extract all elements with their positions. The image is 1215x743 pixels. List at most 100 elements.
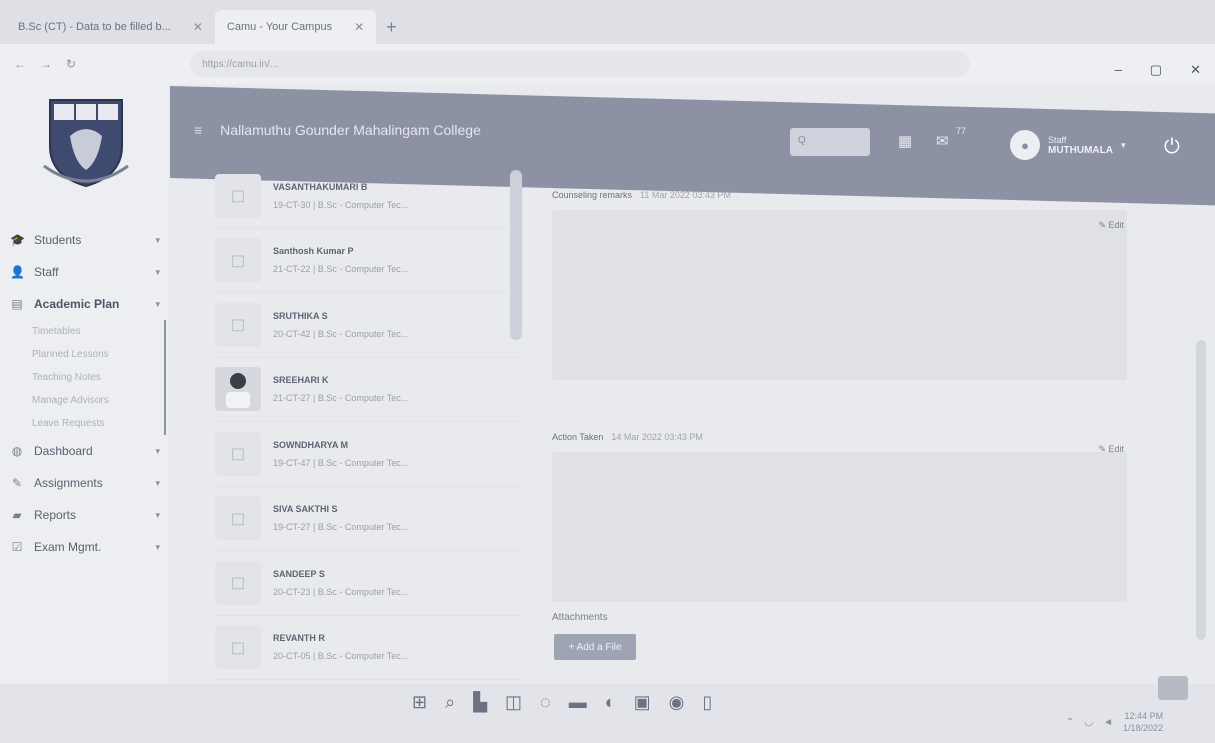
list-item[interactable]: ◻ REVANTH R 20-CT-05 | B.Sc - Computer Te… (215, 616, 520, 680)
submenu-item[interactable]: Teaching Notes (10, 366, 164, 389)
list-item[interactable]: ◻ VASANTHAKUMARI B 19-CT-30 | B.Sc - Comp… (215, 164, 520, 229)
forward-icon[interactable]: → (40, 57, 52, 71)
action-taken-box[interactable] (552, 452, 1127, 602)
list-item[interactable]: SREEHARI K 21-CT-27 | B.Sc - Computer Tec… (215, 358, 520, 422)
maximize-icon[interactable]: ▢ (1150, 62, 1162, 78)
student-detail: 20-CT-05 | B.Sc - Computer Tec... (273, 651, 409, 662)
url-field[interactable]: https://camu.in/... (190, 51, 971, 77)
sidebar-item-dashboard[interactable]: ◍ Dashboard ▾ (10, 435, 160, 467)
wifi-icon[interactable]: ◡ (1084, 717, 1093, 728)
close-icon[interactable]: ✕ (193, 20, 203, 34)
submenu-item[interactable]: Timetables (10, 320, 164, 343)
edit-counseling-button[interactable]: ✎ Edit (1098, 220, 1124, 231)
academic-plan-submenu: Timetables Planned Lessons Teaching Note… (10, 320, 166, 435)
search-icon[interactable]: ⌕ (445, 692, 455, 713)
sidebar-item-label: Dashboard (34, 444, 93, 458)
counseling-remarks-box[interactable] (552, 210, 1127, 380)
volume-icon[interactable]: ◄ (1103, 717, 1113, 728)
chevron-down-icon: ▾ (155, 266, 160, 277)
notes-icon[interactable]: ▦ (898, 132, 912, 150)
list-item[interactable]: ◻ Santhosh Kumar P 21-CT-22 | B.Sc - Comp… (215, 229, 520, 293)
clock[interactable]: 12:44 PM 1/18/2022 (1123, 710, 1163, 734)
sidebar-item-exam-mgmt[interactable]: ☑ Exam Mgmt. ▾ (10, 531, 160, 563)
list-item[interactable]: ◻ SIVA SAKTHI S 19-CT-27 | B.Sc - Compute… (215, 487, 520, 551)
sidebar-item-label: Staff (34, 265, 59, 279)
student-name: SANDEEP S (273, 568, 325, 579)
exam-icon: ☑ (11, 540, 23, 554)
chevron-down-icon: ▾ (1121, 139, 1126, 150)
submenu-item[interactable]: Manage Advisors (10, 389, 164, 412)
chevron-up-icon[interactable]: ⌃ (1066, 717, 1074, 728)
close-window-icon[interactable]: ✕ (1190, 62, 1201, 78)
action-timestamp: 14 Mar 2022 03:43 PM (611, 432, 703, 442)
app-header: ≡ Nallamuthu Gounder Mahalingam College … (170, 100, 1215, 160)
list-item[interactable]: ◻ SANDEEP S 20-CT-23 | B.Sc - Computer Te… (215, 551, 520, 616)
windows-start-icon[interactable]: ⊞ (412, 692, 427, 713)
student-name: SOWNDHARYA M (273, 439, 349, 450)
user-menu[interactable]: ● Staff MUTHUMALA ▾ (1010, 130, 1126, 160)
student-name: Santhosh Kumar P (273, 246, 354, 257)
close-icon[interactable]: ✕ (354, 20, 364, 34)
college-name: Nallamuthu Gounder Mahalingam College (220, 122, 481, 138)
widgets-icon[interactable]: ◫ (505, 692, 522, 713)
hamburger-menu-icon[interactable]: ≡ (194, 122, 202, 138)
sidebar-item-label: Exam Mgmt. (34, 540, 102, 554)
sidebar-item-staff[interactable]: 👤 Staff ▾ (10, 256, 160, 288)
system-tray: ⌃ ◡ ◄ 12:44 PM 1/18/2022 (1066, 710, 1163, 734)
sidebar-item-label: Assignments (34, 476, 103, 490)
store-icon[interactable]: ▣ (634, 692, 651, 713)
address-bar-row: ← → ↻ https://camu.in/... (0, 44, 1215, 84)
sidebar-item-academic-plan[interactable]: ▤ Academic Plan ▾ (10, 288, 160, 320)
file-explorer-icon[interactable]: ▬ (569, 692, 587, 713)
new-tab-button[interactable]: + (376, 10, 407, 44)
student-name: REVANTH R (273, 633, 325, 644)
chevron-down-icon: ▾ (155, 477, 160, 488)
user-role: Staff (1048, 134, 1067, 145)
notification-icon[interactable] (1158, 676, 1188, 700)
minimize-icon[interactable]: – (1115, 62, 1122, 78)
sidebar-item-label: Academic Plan (34, 297, 120, 311)
back-icon[interactable]: ← (14, 57, 26, 71)
chat-icon[interactable]: ◌ (540, 692, 551, 713)
edge-browser-icon[interactable]: ◐ (605, 692, 616, 713)
page-scrollbar[interactable] (1196, 340, 1206, 640)
assignment-icon: ✎ (11, 476, 23, 490)
document-app-icon[interactable]: ▯ (702, 692, 712, 713)
student-photo-placeholder: ◻ (215, 496, 261, 541)
list-item[interactable]: ◻ SRUTHIKA S 20-CT-42 | B.Sc - Computer T… (215, 293, 520, 358)
student-photo-placeholder: ◻ (215, 560, 261, 605)
submenu-item[interactable]: Planned Lessons (10, 343, 164, 366)
clock-time: 12:44 PM (1124, 711, 1164, 721)
counseling-header: Counseling remarks 11 Mar 2022 03:43 PM (552, 190, 1142, 200)
sidebar-item-reports[interactable]: ▰ Reports ▾ (10, 499, 160, 531)
list-item[interactable]: ◻ SOWNDHARYA M 19-CT-47 | B.Sc - Computer… (215, 422, 520, 487)
window-controls: – ▢ ✕ (1115, 62, 1201, 78)
browser-app-icon[interactable]: ◉ (669, 692, 685, 713)
mail-icon[interactable]: ✉ (936, 132, 949, 150)
student-photo-placeholder: ◻ (215, 238, 261, 283)
add-file-button[interactable]: + Add a File (554, 634, 636, 660)
sidebar-item-assignments[interactable]: ✎ Assignments ▾ (10, 467, 160, 499)
student-list-scrollbar[interactable] (510, 170, 522, 340)
clock-date: 1/18/2022 (1123, 723, 1164, 733)
student-name: SREEHARI K (273, 375, 329, 386)
chevron-down-icon: ▾ (155, 445, 160, 456)
task-view-icon[interactable]: ▙ (473, 692, 487, 713)
tab-data-form[interactable]: B.Sc (CT) - Data to be filled b... ✕ (6, 10, 215, 44)
power-icon[interactable]: ⏻ (1164, 136, 1180, 159)
student-detail: 21-CT-27 | B.Sc - Computer Tec... (273, 393, 409, 404)
refresh-icon[interactable]: ↻ (66, 57, 76, 71)
taskbar-icons: ⊞ ⌕ ▙ ◫ ◌ ▬ ◐ ▣ ◉ ▯ (412, 692, 712, 713)
folder-icon: ▰ (12, 508, 22, 522)
header-search-input[interactable]: Q (790, 128, 870, 156)
sidebar-item-students[interactable]: 🎓 Students ▾ (10, 224, 160, 256)
student-name: SRUTHIKA S (273, 310, 328, 321)
chevron-down-icon: ▾ (155, 234, 160, 245)
edit-action-button[interactable]: ✎ Edit (1098, 444, 1124, 455)
tab-camu[interactable]: Camu - Your Campus ✕ (214, 10, 377, 44)
submenu-item[interactable]: Leave Requests (10, 412, 164, 435)
student-detail: 20-CT-23 | B.Sc - Computer Tec... (273, 586, 409, 597)
student-photo (215, 367, 261, 412)
tab-label: B.Sc (CT) - Data to be filled b... (18, 21, 171, 33)
sidebar: 🎓 Students ▾ 👤 Staff ▾ ▤ Academic Plan ▾… (0, 84, 168, 684)
